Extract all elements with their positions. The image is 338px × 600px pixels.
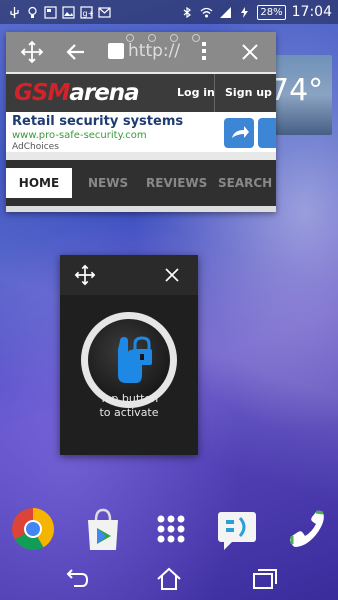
clock: 17:04 <box>291 4 332 20</box>
gsmarena-header: GSMarena Log in Sign up <box>6 74 276 112</box>
system-nav-bar <box>0 558 338 600</box>
url-bar[interactable]: http:// <box>108 38 188 64</box>
svg-text:g+: g+ <box>83 9 94 18</box>
close-icon[interactable] <box>163 266 181 284</box>
nav-reviews[interactable]: REVIEWS <box>146 176 207 190</box>
messaging-app[interactable] <box>214 506 260 552</box>
ad-url[interactable]: www.pro-safe-security.com <box>12 130 147 141</box>
nav-home[interactable]: HOME <box>6 168 72 198</box>
overflow-menu-icon[interactable] <box>202 42 206 63</box>
gsmarena-nav: HOME NEWS REVIEWS SEARCH <box>6 160 276 206</box>
chrome-icon <box>12 508 55 551</box>
nav-news[interactable]: NEWS <box>88 176 128 190</box>
hand-lock-icon <box>118 336 152 383</box>
app-drawer-icon <box>157 515 185 543</box>
back-button-icon[interactable] <box>62 566 90 592</box>
lock-instructions-line2: to activate <box>99 406 159 419</box>
url-text: http:// <box>128 41 181 61</box>
gmail-icon <box>98 6 111 18</box>
usb-icon <box>10 6 19 18</box>
move-icon[interactable] <box>74 264 96 286</box>
ad-secondary-button[interactable] <box>258 118 276 148</box>
home-button-icon[interactable] <box>155 566 183 592</box>
ad-share-button[interactable] <box>224 118 254 148</box>
signal-icon <box>220 6 232 18</box>
messaging-icon <box>218 512 256 550</box>
browser-toolbar: http:// <box>6 32 276 72</box>
ad-banner[interactable]: Retail security systems www.pro-safe-sec… <box>6 112 276 152</box>
bulb-icon <box>28 6 37 18</box>
floating-browser-window[interactable]: http:// GSMarena Log in Sign up Retail s… <box>6 32 276 212</box>
app-dock <box>0 500 338 558</box>
lock-button-face <box>88 319 170 401</box>
charging-icon <box>241 6 249 18</box>
browser-content-edge <box>6 206 276 212</box>
lock-instructions-line1: Tap button <box>99 392 159 405</box>
move-icon[interactable] <box>20 40 44 64</box>
battery-level: 28% <box>257 4 286 20</box>
gsmarena-logo[interactable]: GSMarena <box>14 80 140 106</box>
ad-choices[interactable]: AdChoices <box>12 142 59 152</box>
signup-link[interactable]: Sign up <box>225 86 272 99</box>
chrome-app[interactable] <box>10 506 56 552</box>
app-drawer-button[interactable] <box>148 506 194 552</box>
lock-widget-toolbar <box>60 255 198 295</box>
login-link[interactable]: Log in <box>177 86 215 99</box>
phone-icon <box>290 510 324 547</box>
phone-app[interactable] <box>282 506 328 552</box>
bluetooth-icon <box>184 6 192 18</box>
share-arrow-icon <box>232 126 249 138</box>
image-icon <box>62 5 75 19</box>
play-store-icon <box>88 508 118 550</box>
recent-apps-icon[interactable] <box>250 566 278 592</box>
status-bar: g+ 28% 17:04 <box>0 0 338 24</box>
close-icon[interactable] <box>238 40 262 64</box>
play-store-app[interactable] <box>80 506 126 552</box>
wifi-icon <box>200 7 213 17</box>
weather-temperature: 74° <box>270 73 324 108</box>
divider <box>214 74 215 112</box>
favicon-icon <box>108 43 124 59</box>
lock-instructions: Tap button to activate <box>60 392 198 420</box>
notification-icon <box>44 5 57 19</box>
ad-title[interactable]: Retail security systems <box>12 114 183 129</box>
nav-search[interactable]: SEARCH <box>218 176 272 190</box>
back-arrow-icon[interactable] <box>64 40 88 64</box>
google-plus-icon: g+ <box>80 5 94 19</box>
lock-widget-window[interactable]: Tap button to activate <box>60 255 198 455</box>
